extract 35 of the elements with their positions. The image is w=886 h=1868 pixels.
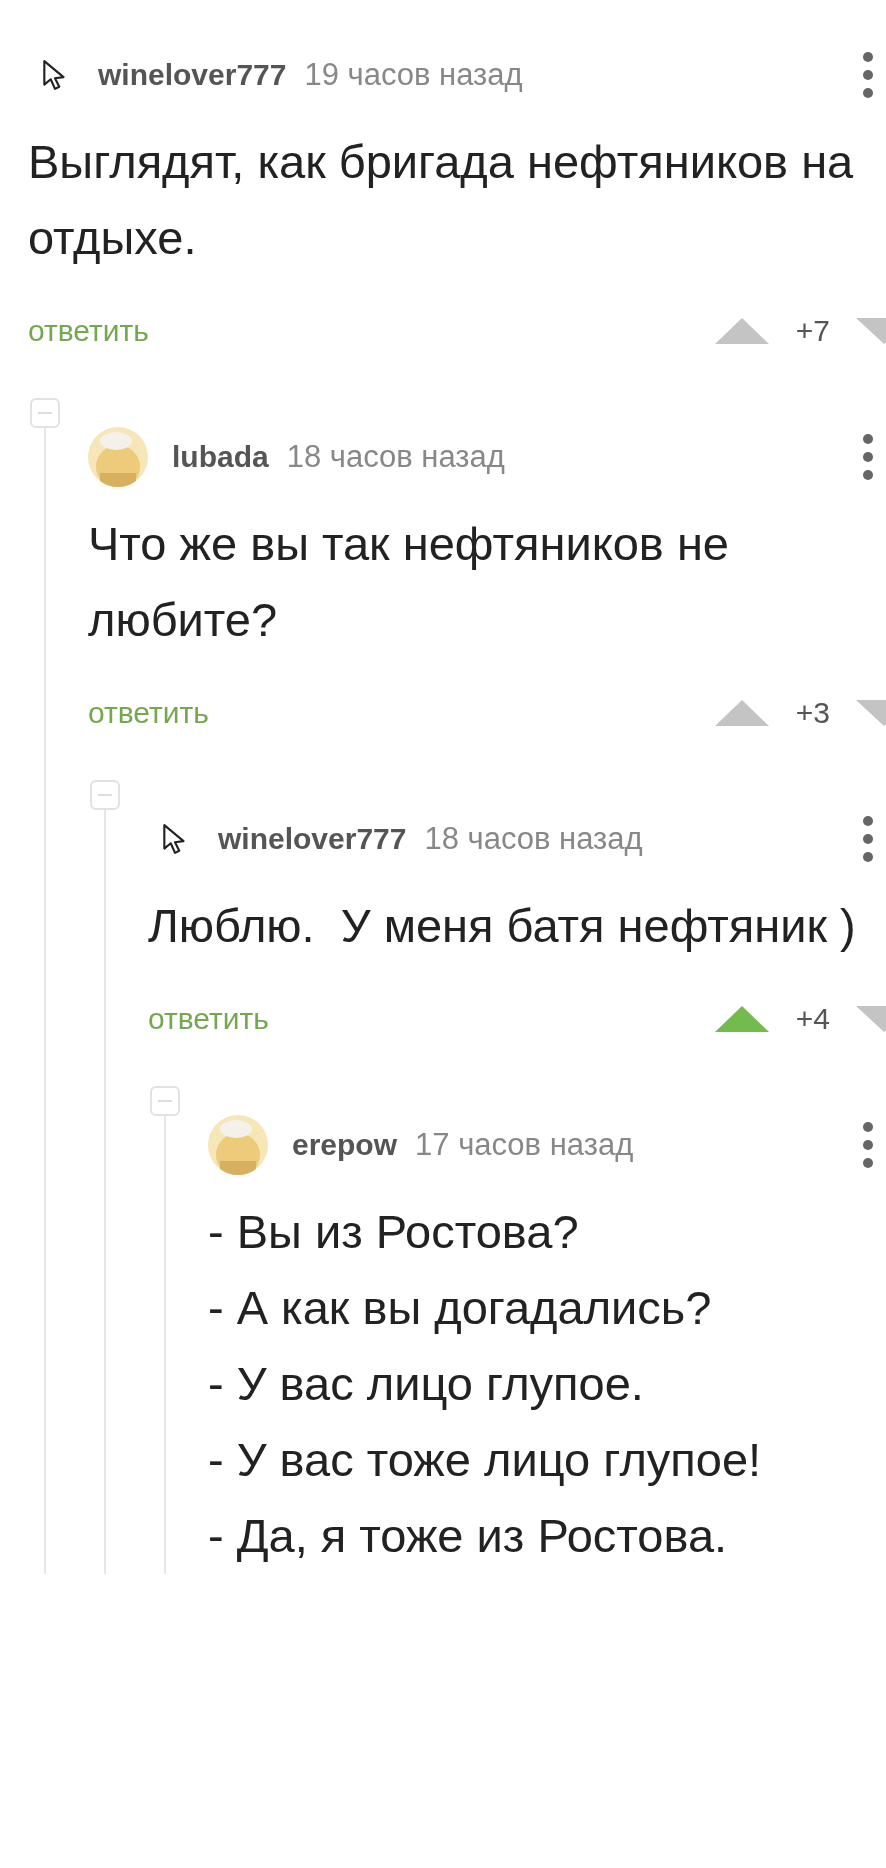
score: +3 xyxy=(795,696,830,730)
downvote-icon[interactable] xyxy=(856,317,886,345)
username[interactable]: winelover777 xyxy=(218,822,407,856)
minus-icon xyxy=(38,412,52,414)
upvote-icon[interactable] xyxy=(713,1005,770,1033)
minus-icon xyxy=(98,794,112,796)
more-options-icon[interactable] xyxy=(862,1121,874,1169)
upvote-icon[interactable] xyxy=(713,699,770,727)
more-options-icon[interactable] xyxy=(862,815,874,863)
downvote-icon[interactable] xyxy=(856,699,886,727)
username[interactable]: winelover777 xyxy=(98,58,287,92)
timestamp: 19 часов назад xyxy=(304,57,523,93)
timestamp: 18 часов назад xyxy=(424,821,643,857)
score: +4 xyxy=(795,1002,830,1036)
comment-text: - А как вы догадались? xyxy=(208,1280,713,1336)
collapse-button[interactable] xyxy=(150,1086,180,1116)
timestamp: 17 часов назад xyxy=(415,1127,634,1163)
more-options-icon[interactable] xyxy=(862,433,874,481)
comment-text: - У вас тоже лицо глупое! xyxy=(208,1432,763,1488)
score: +7 xyxy=(795,314,830,348)
comment-text: - Вы из Ростова? xyxy=(208,1204,580,1260)
more-options-icon[interactable] xyxy=(862,51,874,99)
collapse-button[interactable] xyxy=(30,398,60,428)
downvote-icon[interactable] xyxy=(856,1005,886,1033)
comment-text: Что же вы так нефтяников не любите? xyxy=(88,516,730,648)
comment-text: Люблю. У меня батя нефтяник ) xyxy=(148,898,857,954)
comment-text: - Да, я тоже из Ростова. xyxy=(208,1508,729,1564)
username[interactable]: lubada xyxy=(172,440,269,474)
comment-text: - У вас лицо глупое. xyxy=(208,1356,645,1412)
upvote-icon[interactable] xyxy=(713,317,770,345)
username[interactable]: erepow xyxy=(292,1128,398,1162)
collapse-button[interactable] xyxy=(90,780,120,810)
timestamp: 18 часов назад xyxy=(286,439,505,475)
minus-icon xyxy=(158,1100,172,1102)
comment-text: Выглядят, как бригада нефтяников на отдыхе. xyxy=(28,134,855,266)
